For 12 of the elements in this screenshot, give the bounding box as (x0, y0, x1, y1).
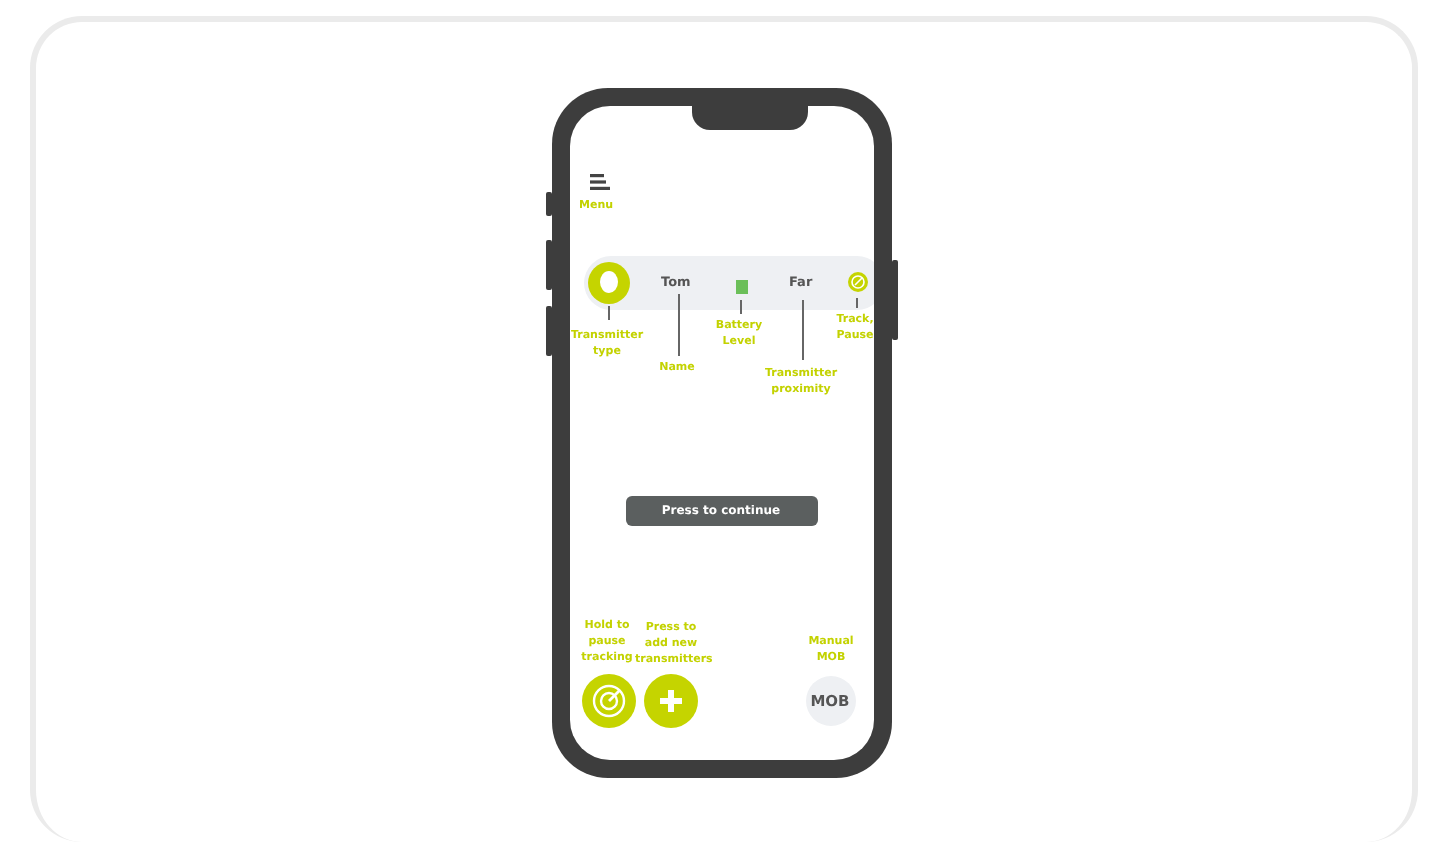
leader-line (801, 300, 803, 360)
leader-line (677, 294, 679, 356)
phone-notch (691, 106, 807, 130)
leader-line (739, 300, 741, 314)
plus-icon (657, 688, 683, 714)
leader-line (607, 306, 609, 320)
radar-button[interactable] (581, 674, 635, 728)
menu-icon[interactable] (589, 174, 609, 190)
track-icon[interactable] (847, 272, 867, 292)
egg-icon (597, 270, 619, 296)
radar-icon (591, 684, 625, 718)
add-button[interactable] (643, 674, 697, 728)
